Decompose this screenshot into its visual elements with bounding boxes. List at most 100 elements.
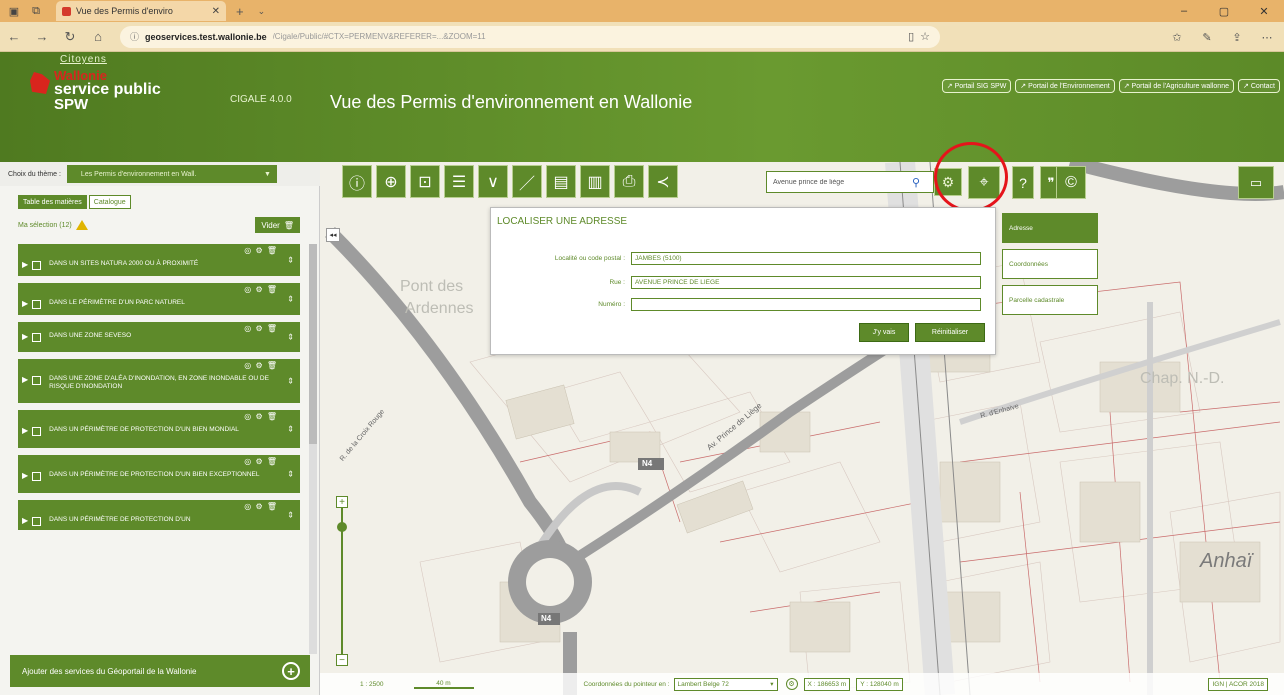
legend-list-icon[interactable]: ☰ [444,165,474,198]
number-input[interactable] [631,298,981,311]
layer-checkbox[interactable] [32,517,42,526]
reorder-icon[interactable]: ⇕ [287,470,294,479]
expand-icon[interactable]: ▶ [22,516,28,525]
new-tab-icon[interactable]: + [236,4,244,19]
share-icon[interactable]: ⇪ [1226,26,1248,48]
share-icon[interactable]: ≺ [648,165,678,198]
layer-checkbox[interactable] [32,261,42,270]
tab-table-des-matieres[interactable]: Table des matières [18,195,87,209]
favorite-star-icon[interactable]: ☆ [920,30,930,43]
select-chevron-icon[interactable]: ∨ [478,165,508,198]
report-icon[interactable]: ▥ [580,165,610,198]
layer-checkbox[interactable] [32,427,42,436]
url-field[interactable]: ⓘ geoservices.test.wallonie.be /Cigale/P… [120,25,940,48]
close-window-button[interactable]: ✕ [1244,0,1284,22]
layer-item[interactable]: ◎ ⚙ 🗑 ⇕ ▶ DANS UN SITES NATURA 2000 OU À … [18,244,300,276]
layer-item[interactable]: ◎ ⚙ 🗑 ⇕ ▶ DANS UN PÉRIMÈTRE DE PROTECTION… [18,455,300,493]
search-icon[interactable]: ⚲ [912,176,920,189]
expand-icon[interactable]: ▶ [22,471,28,480]
address-search-input[interactable] [773,178,908,186]
layer-actions-icon[interactable]: ◎ ⚙ 🗑 [244,457,278,466]
copyright-icon[interactable]: © [1056,166,1086,199]
layer-actions-icon[interactable]: ◎ ⚙ 🗑 [244,502,278,511]
reorder-icon[interactable]: ⇕ [287,256,294,265]
locate-address-icon[interactable]: ⌖ [968,166,1000,199]
layer-checkbox[interactable] [32,376,42,385]
layer-item[interactable]: ◎ ⚙ 🗑 ⇕ ▶ DANS UN PÉRIMÈTRE DE PROTECTION… [18,410,300,448]
zoom-window-icon[interactable]: ⊡ [410,165,440,198]
basemap-icon[interactable]: ▭ [1238,166,1274,199]
tab-actions-icon[interactable]: ⧉ [28,3,44,19]
tab-catalogue[interactable]: Catalogue [88,195,131,209]
expand-icon[interactable]: ▶ [22,260,28,269]
reset-button[interactable]: Réinitialiser [915,323,985,342]
street-input[interactable] [631,276,981,289]
zoom-slider[interactable]: + − [336,496,348,666]
pen-icon[interactable]: ✎ [1196,26,1218,48]
portal-sig-link[interactable]: ↗ Portail SIG SPW [941,79,1012,93]
help-icon[interactable]: ? [1012,166,1034,199]
minimize-button[interactable]: – [1164,0,1204,22]
scrollbar-thumb[interactable] [309,244,317,444]
home-icon[interactable]: ⌂ [84,29,112,44]
theme-select[interactable]: Les Permis d'environnement en Wall. ▼ [66,165,277,183]
coord-settings-icon[interactable]: ⚙ [785,678,798,690]
layer-list-scrollbar[interactable] [309,244,317,654]
refresh-icon[interactable]: ↻ [56,29,84,45]
browser-tab[interactable]: Vue des Permis d'enviro ✕ [56,1,226,21]
layer-actions-icon[interactable]: ◎ ⚙ 🗑 [244,412,278,421]
forward-icon[interactable]: → [28,29,56,44]
more-icon[interactable]: ⋯ [1256,26,1278,48]
zoom-handle[interactable] [337,522,347,532]
layer-item[interactable]: ◎ ⚙ 🗑 ⇕ ▶ DANS UN PÉRIMÈTRE DE PROTECTION… [18,500,300,530]
layer-checkbox[interactable] [32,333,42,342]
layer-actions-icon[interactable]: ◎ ⚙ 🗑 [244,324,278,333]
maximize-button[interactable]: ▢ [1204,0,1244,22]
tab-parcelle-cadastrale[interactable]: Parcelle cadastrale [1002,285,1098,315]
identify-icon[interactable]: ⊕ [376,165,406,198]
back-icon[interactable]: ← [0,29,28,44]
workspaces-icon[interactable]: ▣ [6,3,22,19]
zoom-out-icon[interactable]: − [336,654,348,666]
expand-icon[interactable]: ▶ [22,299,28,308]
locality-input[interactable] [631,252,981,265]
tab-close-icon[interactable]: ✕ [212,6,220,17]
tab-coordonnees[interactable]: Coordonnées [1002,249,1098,279]
tab-dropdown-icon[interactable]: ⌄ [258,6,266,17]
expand-icon[interactable]: ▶ [22,426,28,435]
add-services-button[interactable]: Ajouter des services du Géoportail de la… [10,655,310,687]
address-search[interactable]: ⚲ [766,171,934,193]
collapse-panel-icon[interactable]: ◂◂ [326,228,340,242]
zoom-in-icon[interactable]: + [336,496,348,508]
tab-adresse[interactable]: Adresse [1002,213,1098,243]
projection-select[interactable]: Lambert Belge 72 ▾ [673,677,778,691]
vider-button[interactable]: Vider 🗑 [255,217,300,233]
layer-item[interactable]: ◎ ⚙ 🗑 ⇕ ▶ DANS UNE ZONE D'ALÉA D'INONDATI… [18,359,300,403]
expand-icon[interactable]: ▶ [22,332,28,341]
contact-link[interactable]: ↗ Contact [1238,79,1280,93]
layer-item[interactable]: ◎ ⚙ 🗑 ⇕ ▶ DANS LE PÉRIMÈTRE D'UN PARC NAT… [18,283,300,315]
measure-icon[interactable]: ／ [512,165,542,198]
favorites-icon[interactable]: ✩ [1166,26,1188,48]
layer-actions-icon[interactable]: ◎ ⚙ 🗑 [244,285,278,294]
reorder-icon[interactable]: ⇕ [287,425,294,434]
expand-icon[interactable]: ▶ [22,375,28,384]
document-icon[interactable]: ▤ [546,165,576,198]
reorder-icon[interactable]: ⇕ [287,511,294,520]
go-button[interactable]: J'y vais [859,323,909,342]
reorder-icon[interactable]: ⇕ [287,295,294,304]
settings-gear-icon[interactable]: ⚙ [934,168,962,196]
info-icon[interactable]: ⓘ [130,30,139,43]
layer-actions-icon[interactable]: ◎ ⚙ 🗑 [244,246,278,255]
layer-actions-icon[interactable]: ◎ ⚙ 🗑 [244,361,278,370]
layer-item[interactable]: ◎ ⚙ 🗑 ⇕ ▶ DANS UNE ZONE SEVESO [18,322,300,352]
portal-environnement-link[interactable]: ↗ Portail de l'Environnement [1015,79,1115,93]
layer-checkbox[interactable] [32,472,42,481]
reorder-icon[interactable]: ⇕ [287,333,294,342]
layer-checkbox[interactable] [32,300,42,309]
reorder-icon[interactable]: ⇕ [287,377,294,386]
citoyens-link[interactable]: Citoyens [60,54,107,65]
reader-icon[interactable]: ▯ [908,30,914,43]
info-icon[interactable]: ⓘ [342,165,372,198]
print-icon[interactable]: ⎙ [614,165,644,198]
